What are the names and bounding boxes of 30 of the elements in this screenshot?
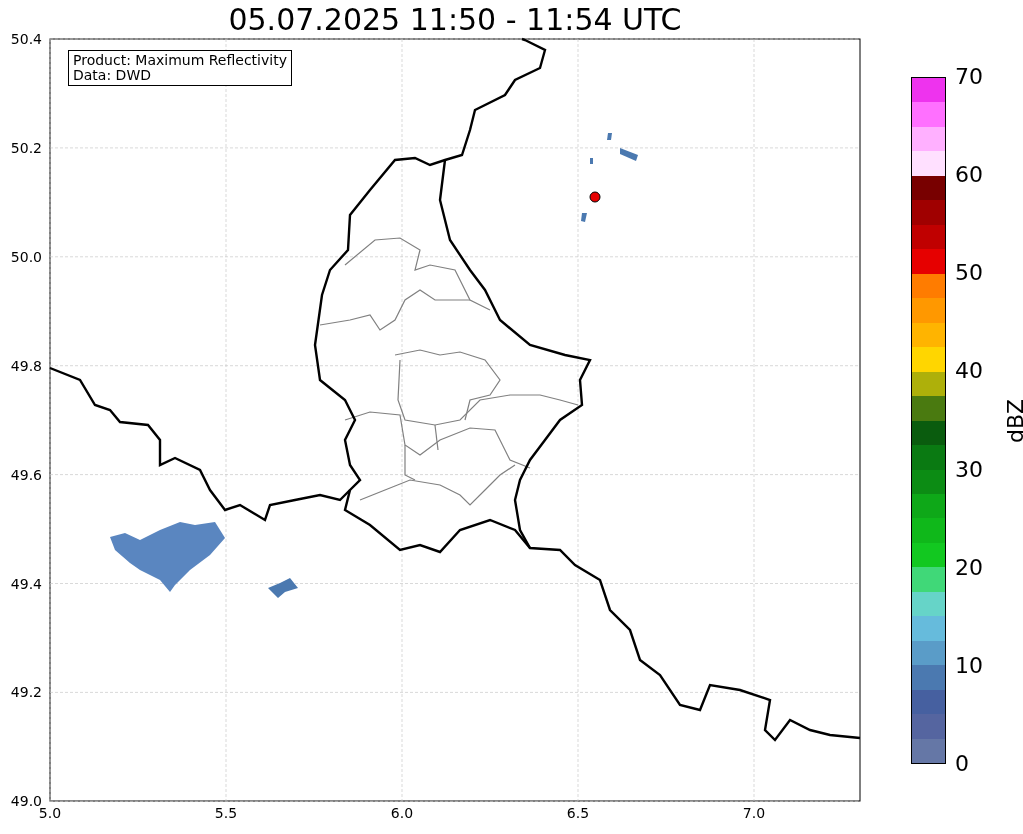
colorbar-label: dBZ <box>1005 398 1023 443</box>
axis-tick-label: 49.4 <box>10 575 42 592</box>
colorbar-tick-label: 70 <box>955 66 983 88</box>
colorbar-tick-label: 10 <box>955 654 983 677</box>
info-text: Data: DWD <box>73 68 152 83</box>
radar-echo <box>268 578 298 598</box>
colorbar-tick-label: 0 <box>955 753 969 775</box>
radar-echo <box>590 158 593 164</box>
radar-echo <box>607 133 612 140</box>
colorbar-tick-label: 50 <box>955 262 983 285</box>
axis-tick-label: 6.0 <box>390 805 414 821</box>
axis-tick-label: 49.6 <box>10 466 42 483</box>
axis-tick-label: 6.5 <box>566 805 590 821</box>
axis-tick-label: 5.5 <box>214 805 238 821</box>
radar-echo <box>620 148 638 161</box>
colorbar-tick-label: 20 <box>955 556 983 579</box>
axis-tick-label: 50.0 <box>10 248 42 265</box>
colorbar-tick-label: 30 <box>955 458 983 481</box>
axis-tick-label: 49.2 <box>10 684 42 701</box>
colorbar-tick-label: 40 <box>955 360 983 383</box>
info-text: Product: Maximum Reflectivity <box>73 53 287 68</box>
axis-tick-label: 49.8 <box>10 357 42 374</box>
axis-tick-label: 50.2 <box>10 139 42 156</box>
location-marker <box>589 191 601 203</box>
axis-tick-label: 50.4 <box>10 31 42 47</box>
colorbar-tick-label: 60 <box>955 164 983 187</box>
chart-title: 05.07.2025 11:50 - 11:54 UTC <box>228 4 682 35</box>
radar-echo <box>581 213 587 222</box>
axis-tick-label: 5.0 <box>38 805 62 821</box>
axis-tick-label: 7.0 <box>742 805 766 821</box>
